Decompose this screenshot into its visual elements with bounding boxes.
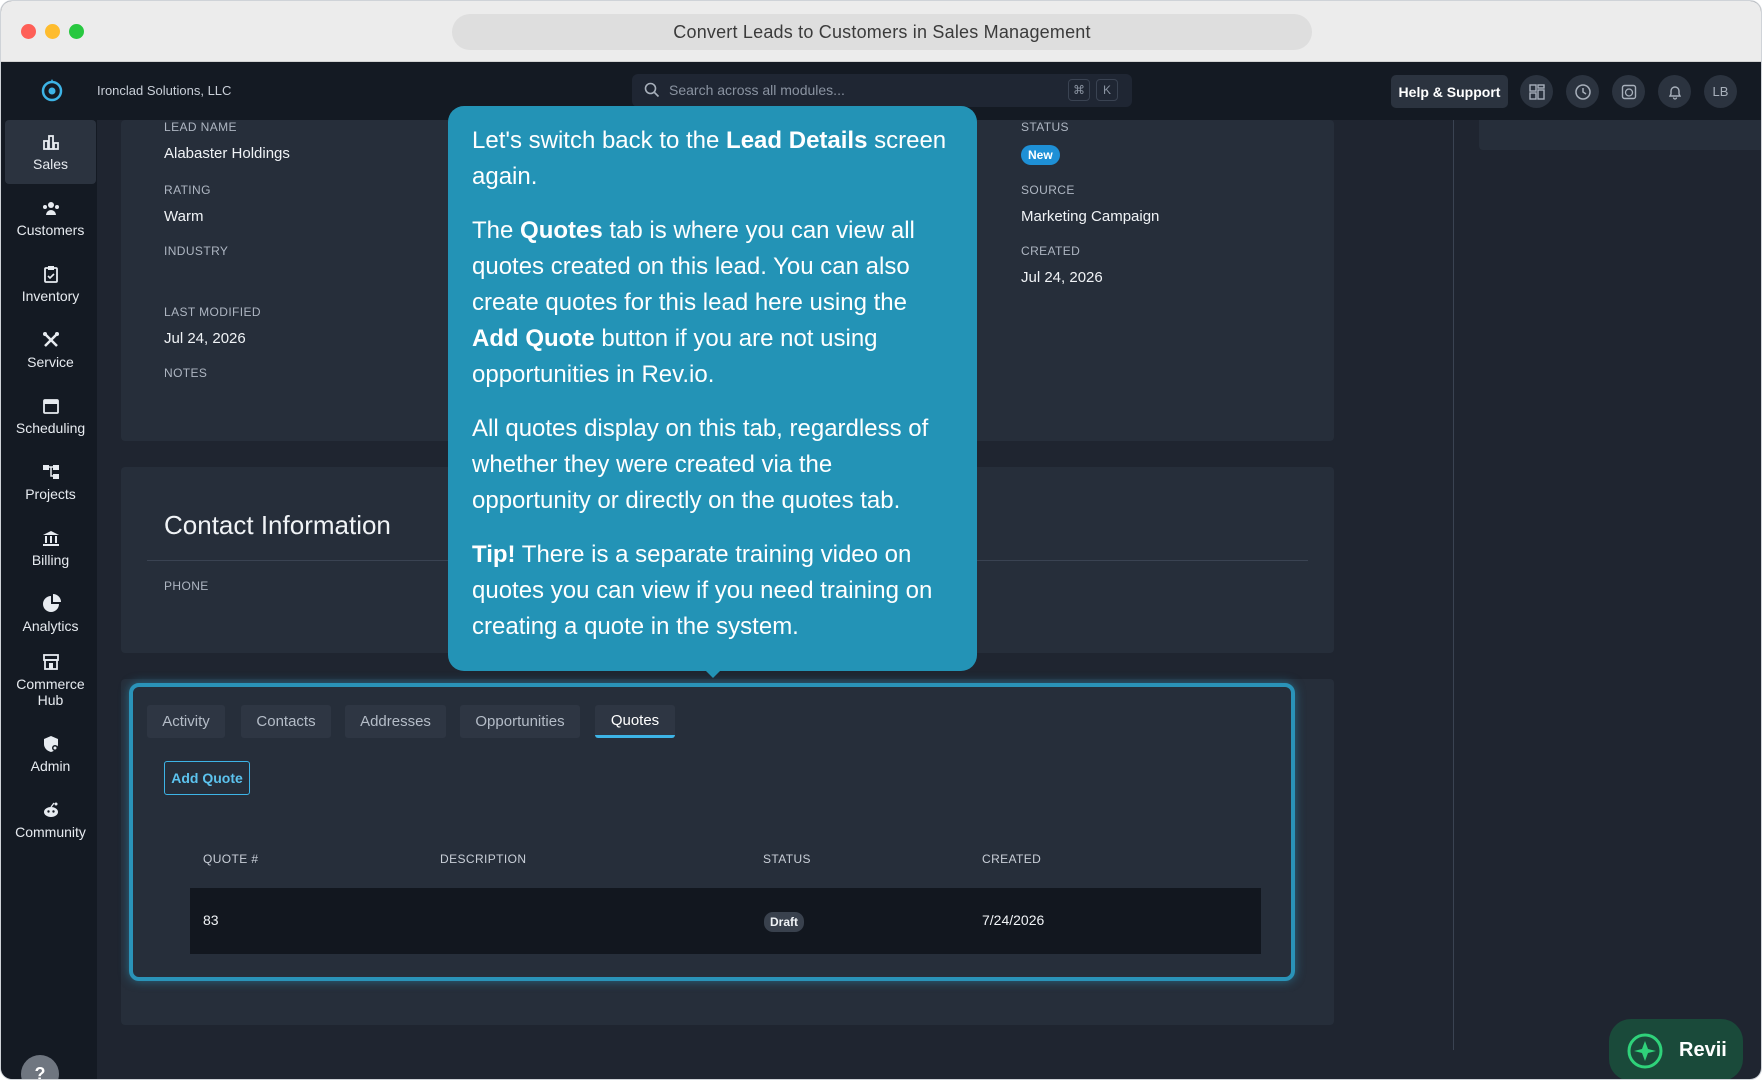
clipboard-icon [43,266,58,283]
tooltip-paragraph-3: All quotes display on this tab, regardle… [472,415,929,514]
window-title: Convert Leads to Customers in Sales Mana… [452,14,1312,50]
quote-created-cell: 7/24/2026 [982,912,1045,928]
sidebar-item-label: Analytics [22,618,79,634]
revii-sparkle-icon [1627,1033,1663,1069]
sidebar-item-label: Community [15,824,86,840]
sidebar-item-service[interactable]: Service [5,318,96,382]
community-icon [43,802,58,817]
sidebar-item-label: Commerce Hub [16,676,85,708]
phone-label: PHONE [164,579,209,593]
search-icon [644,82,660,98]
sidebar-item-label: Admin [30,758,71,774]
lead-name-value: Alabaster Holdings [164,145,290,162]
app-window: Convert Leads to Customers in Sales Mana… [0,0,1762,1080]
dashboard-icon[interactable] [1520,75,1553,108]
status-label: STATUS [1021,120,1069,134]
created-label: CREATED [1021,244,1081,258]
quote-number-cell[interactable]: 83 [203,912,219,928]
help-support-button[interactable]: Help & Support [1391,75,1508,108]
pie-chart-icon [42,594,61,612]
help-circle-icon[interactable]: ? [21,1055,59,1079]
sidebar-item-label: Customers [16,222,85,238]
tab-opportunities[interactable]: Opportunities [460,705,580,738]
hierarchy-icon [42,465,59,479]
global-search[interactable]: Search across all modules... ⌘ K [632,74,1132,107]
tour-tooltip: Let's switch back to the Lead Details sc… [448,106,977,671]
search-placeholder: Search across all modules... [669,82,845,98]
bar-chart-icon [42,135,59,150]
sidebar-item-admin[interactable]: Admin [5,722,96,786]
tooltip-paragraph-2: The Quotes tab is where you can view all… [472,217,915,388]
right-side-panel [1479,120,1761,150]
notes-label: NOTES [164,366,208,380]
column-header-quote-number[interactable]: QUOTE # [203,852,258,866]
tab-activity[interactable]: Activity [147,705,225,738]
tooltip-pointer [704,669,722,678]
shortcut-k-key: K [1096,79,1118,101]
notifications-bell-icon[interactable] [1658,75,1691,108]
revii-label: Revii [1679,1038,1727,1061]
store-icon [42,654,59,670]
column-header-description[interactable]: DESCRIPTION [440,852,526,866]
maximize-window-button[interactable] [69,24,84,39]
sidebar-item-label: Projects [25,486,76,502]
history-icon[interactable] [1566,75,1599,108]
minimize-window-button[interactable] [45,24,60,39]
quote-status-badge: Draft [764,912,805,932]
bank-icon [42,531,59,546]
sidebar-item-projects[interactable]: Projects [5,450,96,514]
tooltip-paragraph-4: Tip! There is a separate training video … [472,541,933,640]
column-header-status[interactable]: STATUS [763,852,811,866]
status-badge: New [1021,145,1060,165]
sidebar-item-analytics[interactable]: Analytics [5,582,96,646]
calendar-icon [42,399,59,414]
last-modified-label: LAST MODIFIED [164,305,261,319]
sidebar-item-inventory[interactable]: Inventory [5,252,96,316]
company-name: Ironclad Solutions, LLC [97,83,232,98]
sidebar-item-scheduling[interactable]: Scheduling [5,384,96,448]
contact-information-title: Contact Information [164,510,391,540]
column-divider [1453,120,1454,1050]
shield-gear-icon [43,736,58,752]
created-value: Jul 24, 2026 [1021,269,1103,286]
source-label: SOURCE [1021,183,1075,197]
sidebar-item-label: Billing [31,552,70,568]
tab-quotes[interactable]: Quotes [595,705,675,738]
sidebar-item-label: Inventory [21,288,80,304]
sidebar-item-billing[interactable]: Billing [5,516,96,580]
tools-icon [42,332,59,347]
sidebar-item-sales[interactable]: Sales [5,120,96,184]
shortcut-cmd-key: ⌘ [1068,79,1090,101]
sidebar-item-commerce-hub[interactable]: Commerce Hub [5,648,96,724]
sidebar-item-label: Scheduling [15,420,86,436]
rating-value: Warm [164,208,204,225]
sidebar-item-customers[interactable]: Customers [5,186,96,250]
sidebar: Sales Customers Inventory Service Schedu… [1,120,97,1079]
sidebar-item-community[interactable]: Community [5,788,96,852]
rating-label: RATING [164,183,211,197]
column-header-created[interactable]: CREATED [982,852,1041,866]
tab-contacts[interactable]: Contacts [241,705,331,738]
sidebar-item-label: Service [27,354,74,370]
lead-name-label: LEAD NAME [164,120,237,134]
user-avatar[interactable]: LB [1704,75,1737,108]
industry-label: INDUSTRY [164,244,229,258]
tab-addresses[interactable]: Addresses [345,705,446,738]
revii-assistant-button[interactable]: Revii [1609,1019,1743,1079]
table-row[interactable] [190,888,1261,954]
last-modified-value: Jul 24, 2026 [164,330,246,347]
add-quote-button[interactable]: Add Quote [164,761,250,795]
timer-icon[interactable] [1612,75,1645,108]
source-value: Marketing Campaign [1021,208,1160,225]
tooltip-paragraph-1: Let's switch back to the Lead Details sc… [472,127,947,190]
sidebar-item-label: Sales [32,156,69,172]
app-logo-icon[interactable] [39,77,65,103]
close-window-button[interactable] [21,24,36,39]
users-icon [42,202,59,215]
title-bar: Convert Leads to Customers in Sales Mana… [1,1,1761,62]
